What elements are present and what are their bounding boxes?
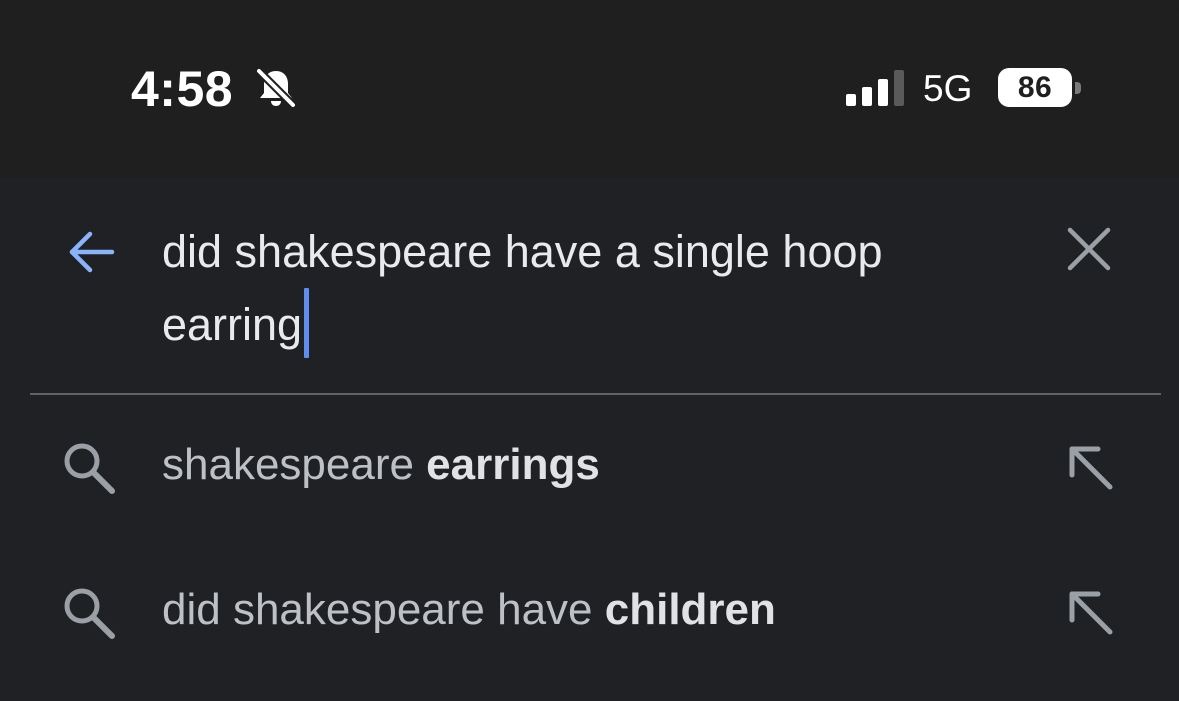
text-caret [304, 288, 310, 358]
close-icon [1067, 227, 1111, 271]
battery-tip [1075, 82, 1081, 94]
status-bar: 4:58 5G 86 [0, 0, 1179, 178]
search-panel: did shakespeare have a single hoop earri… [0, 178, 1179, 701]
suggestion-text: did shakespeare have children [162, 580, 776, 640]
suggestion-completion: children [604, 585, 776, 634]
network-type: 5G [923, 68, 973, 109]
search-icon [64, 443, 115, 494]
clear-button[interactable] [1060, 220, 1118, 278]
search-icon [64, 588, 115, 639]
arrow-up-left-icon[interactable] [1060, 582, 1120, 642]
bell-slash-icon [254, 66, 298, 110]
suggestion-item[interactable]: did shakespeare have children [0, 558, 1179, 668]
battery-level: 86 [1017, 71, 1053, 104]
suggestion-text: shakespeare earrings [162, 435, 600, 495]
back-button[interactable] [58, 220, 122, 284]
search-query-line-1: did shakespeare have a single hoop [162, 226, 883, 277]
search-divider [30, 393, 1161, 395]
cellular-signal-icon [846, 70, 904, 106]
search-screen: 4:58 5G 86 did shakespeare have a single… [0, 0, 1179, 701]
battery-indicator: 86 [998, 68, 1072, 107]
search-query-line-2-text: earring [162, 299, 303, 350]
arrow-left-icon [69, 231, 115, 273]
search-input[interactable]: did shakespeare have a single hoop earri… [162, 216, 1022, 361]
suggestion-item[interactable]: shakespeare earrings [0, 413, 1179, 523]
search-query-line-2: earring [162, 288, 1022, 361]
suggestion-completion: earrings [426, 440, 600, 489]
arrow-up-left-icon[interactable] [1060, 437, 1120, 497]
suggestion-prefix: shakespeare [162, 440, 427, 489]
suggestion-prefix: did shakespeare have [162, 585, 605, 634]
status-time: 4:58 [131, 61, 234, 117]
